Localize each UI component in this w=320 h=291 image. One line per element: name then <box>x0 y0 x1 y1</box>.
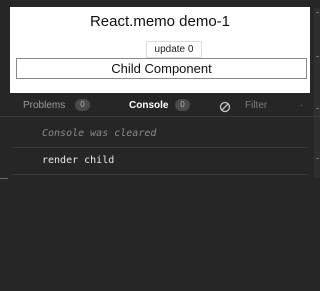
scrollbar-mark <box>316 158 319 159</box>
console-count-badge: 0 <box>175 99 190 111</box>
console-row-separator <box>12 174 308 175</box>
console-log-entry: render child <box>42 155 115 166</box>
divider <box>0 116 320 117</box>
console-row-separator <box>12 147 308 148</box>
child-component-box: Child Component <box>16 58 307 79</box>
devtools-tabbar: Problems 0 Console 0 Filter . <box>0 96 320 116</box>
more-options-icon[interactable]: . <box>300 98 303 109</box>
problems-count-badge: 0 <box>75 99 90 111</box>
console-cleared-message: Console was cleared <box>42 128 157 139</box>
tab-console[interactable]: Console <box>129 100 168 111</box>
tab-problems[interactable]: Problems <box>23 100 65 111</box>
scrollbar-mark <box>316 12 319 13</box>
update-button[interactable]: update 0 <box>146 41 202 58</box>
page-title: React.memo demo-1 <box>89 13 231 30</box>
filter-input[interactable]: Filter <box>245 100 267 111</box>
console-prompt-marker <box>0 178 8 179</box>
preview-scrollbar[interactable] <box>314 8 320 178</box>
scrollbar-mark <box>316 56 319 57</box>
preview-pane: React.memo demo-1 update 0 Child Compone… <box>10 7 310 93</box>
clear-console-icon[interactable] <box>219 101 231 113</box>
